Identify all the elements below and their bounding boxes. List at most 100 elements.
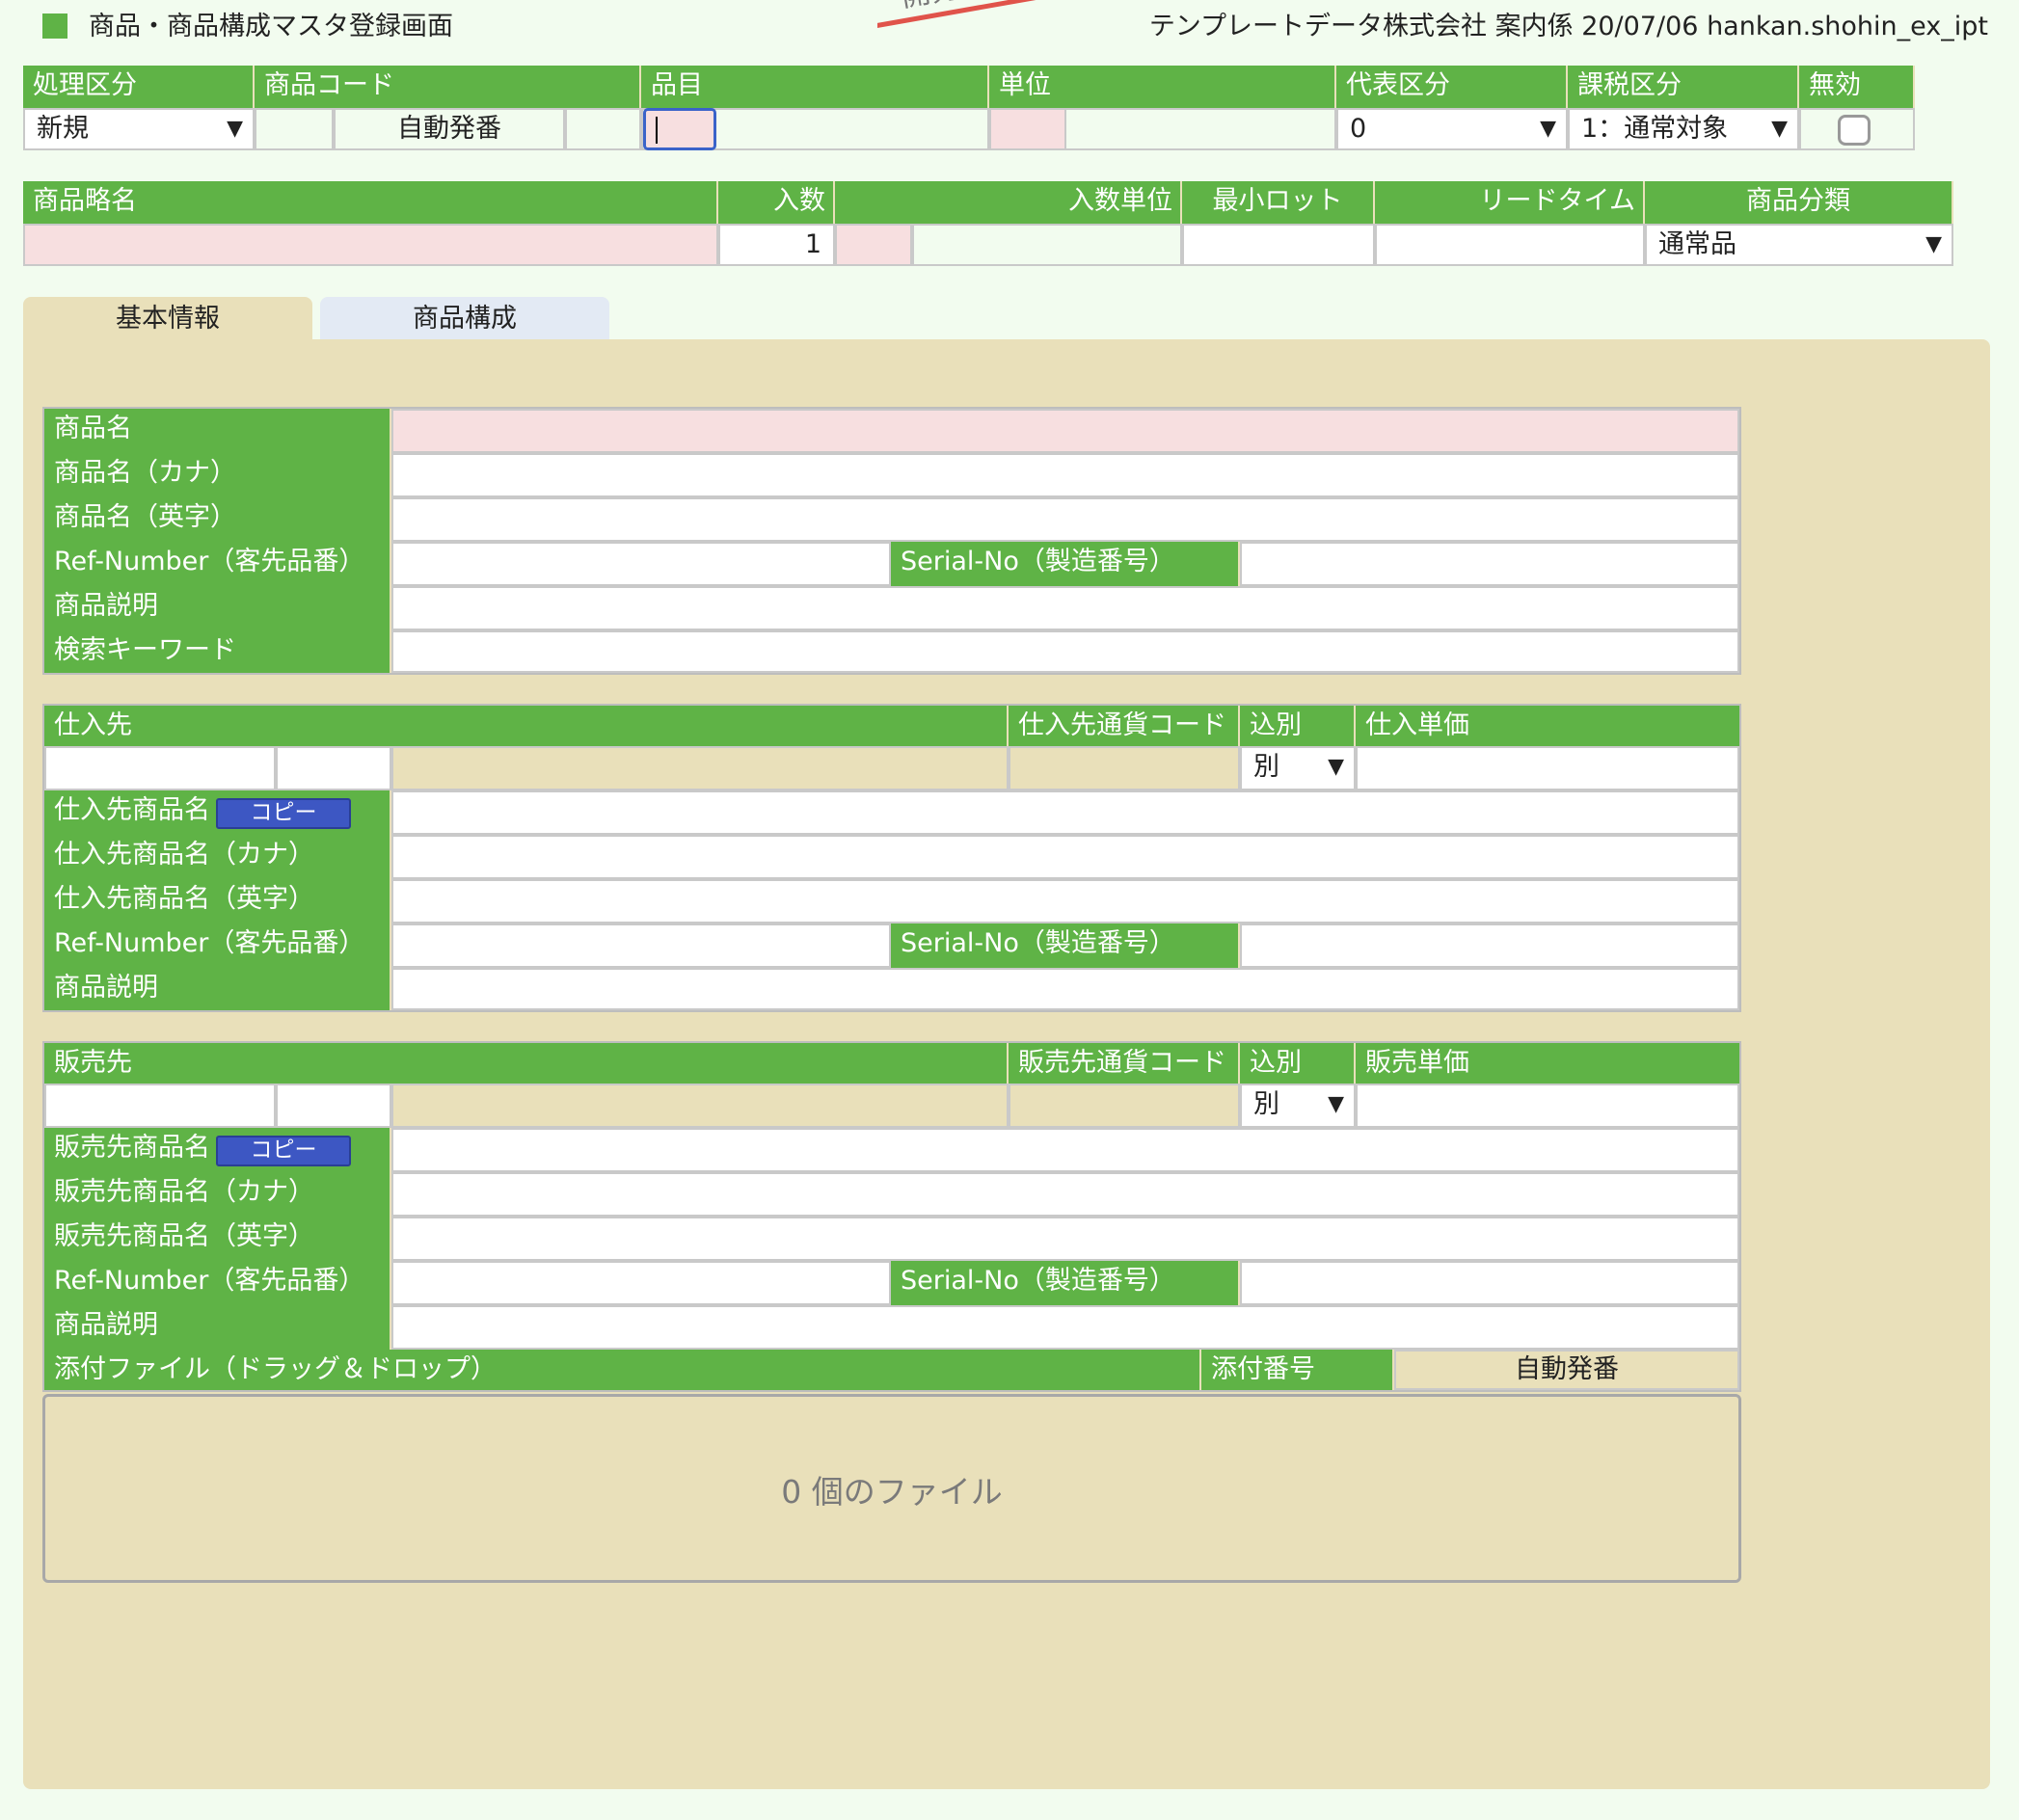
daihyo-select[interactable]: 0 ▼ xyxy=(1336,108,1568,150)
dropdown-arrow-icon: ▼ xyxy=(1328,755,1344,779)
supplier-price-input[interactable] xyxy=(1356,746,1739,790)
tani-input[interactable] xyxy=(989,108,1066,150)
customer-name-kana-input[interactable] xyxy=(391,1172,1739,1217)
shohin-code-suffix xyxy=(565,108,641,150)
label-customer-description: 商品説明 xyxy=(44,1305,391,1350)
supplier-tax-value: 別 xyxy=(1253,752,1279,782)
supplier-branch-input[interactable] xyxy=(276,746,391,790)
label-tani: 単位 xyxy=(989,66,1336,108)
label-ref-number: Ref-Number（客先品番） xyxy=(44,542,391,586)
header-info: テンプレートデータ株式会社 案内係 20/07/06 hankan.shohin… xyxy=(1149,10,1988,44)
label-hinmoku: 品目 xyxy=(641,66,989,108)
label-name-kana: 商品名（カナ） xyxy=(44,453,391,497)
hinmoku-input[interactable] xyxy=(643,108,716,150)
label-bunrui: 商品分類 xyxy=(1645,181,1953,224)
label-shohin-code: 商品コード xyxy=(255,66,641,108)
label-customer-ref-number: Ref-Number（客先品番） xyxy=(44,1261,391,1305)
supplier-description-input[interactable] xyxy=(391,968,1739,1010)
irisu-input[interactable]: 1 xyxy=(718,224,835,266)
keyword-input[interactable] xyxy=(391,630,1739,673)
customer-code-input[interactable] xyxy=(44,1084,276,1128)
label-customer-serial-no: Serial-No（製造番号） xyxy=(891,1261,1240,1305)
kazei-value: 1：通常対象 xyxy=(1581,114,1729,144)
text-cursor xyxy=(656,117,658,144)
bunrui-value: 通常品 xyxy=(1658,229,1736,259)
dropdown-arrow-icon: ▼ xyxy=(1328,1092,1344,1116)
dropdown-arrow-icon: ▼ xyxy=(1771,117,1788,141)
description-input[interactable] xyxy=(391,586,1739,630)
customer-tax-select[interactable]: 別 ▼ xyxy=(1240,1084,1356,1128)
tab-basic[interactable]: 基本情報 xyxy=(23,297,312,341)
attachment-number-value: 自動発番 xyxy=(1394,1350,1739,1390)
label-customer-name-eng: 販売先商品名（英字） xyxy=(44,1217,391,1261)
customer-ref-number-input[interactable] xyxy=(391,1261,891,1305)
label-customer-currency: 販売先通貨コード xyxy=(1009,1043,1240,1084)
dropdown-arrow-icon: ▼ xyxy=(1925,232,1942,256)
label-customer: 販売先 xyxy=(44,1043,1009,1084)
dropdown-arrow-icon: ▼ xyxy=(227,117,243,141)
page-title: 商品・商品構成マスタ登録画面 xyxy=(89,12,453,41)
tab-composition[interactable]: 商品構成 xyxy=(320,297,609,341)
label-supplier-price: 仕入単価 xyxy=(1356,706,1739,746)
shori-select[interactable]: 新規 ▼ xyxy=(23,108,255,150)
label-attachment-number: 添付番号 xyxy=(1201,1350,1394,1390)
label-name-eng: 商品名（英字） xyxy=(44,497,391,542)
customer-name-eng-input[interactable] xyxy=(391,1217,1739,1261)
muko-checkbox[interactable] xyxy=(1838,115,1871,146)
min-lot-input[interactable] xyxy=(1182,224,1375,266)
shori-value: 新規 xyxy=(37,114,89,144)
ref-number-input[interactable] xyxy=(391,542,891,586)
customer-description-input[interactable] xyxy=(391,1305,1739,1350)
program-id: hankan.shohin_ex_ipt xyxy=(1707,12,1988,41)
label-daihyo: 代表区分 xyxy=(1336,66,1568,108)
label-ryakumei: 商品略名 xyxy=(23,181,718,224)
supplier-ref-number-input[interactable] xyxy=(391,923,891,968)
label-supplier: 仕入先 xyxy=(44,706,1009,746)
label-keyword: 検索キーワード xyxy=(44,630,391,673)
dropzone-text: 0 個のファイル xyxy=(781,1473,1003,1511)
label-description: 商品説明 xyxy=(44,586,391,630)
dropdown-arrow-icon: ▼ xyxy=(1540,117,1556,141)
shohin-code-prefix xyxy=(255,108,334,150)
supplier-name-display xyxy=(391,746,1009,790)
name-input[interactable] xyxy=(391,409,1739,453)
label-irisu-tani: 入数単位 xyxy=(835,181,1182,224)
ryakumei-input[interactable] xyxy=(23,224,718,266)
kazei-select[interactable]: 1：通常対象 ▼ xyxy=(1568,108,1799,150)
name-kana-input[interactable] xyxy=(391,453,1739,497)
label-shori: 処理区分 xyxy=(23,66,255,108)
serial-no-input[interactable] xyxy=(1240,542,1739,586)
customer-price-input[interactable] xyxy=(1356,1084,1739,1128)
customer-copy-button[interactable]: コピー xyxy=(216,1136,351,1166)
label-supplier-tax: 込別 xyxy=(1240,706,1356,746)
user-name: 案内係 xyxy=(1494,12,1574,41)
irisu-tani-code-input[interactable] xyxy=(835,224,912,266)
supplier-code-input[interactable] xyxy=(44,746,276,790)
company-name: テンプレートデータ株式会社 xyxy=(1148,12,1488,41)
app-icon xyxy=(42,13,67,39)
label-min-lot: 最小ロット xyxy=(1182,181,1375,224)
supplier-tax-select[interactable]: 別 ▼ xyxy=(1240,746,1356,790)
supplier-serial-no-input[interactable] xyxy=(1240,923,1739,968)
label-name: 商品名 xyxy=(44,409,391,453)
customer-tax-value: 別 xyxy=(1253,1089,1279,1119)
bunrui-select[interactable]: 通常品 ▼ xyxy=(1645,224,1953,266)
shohin-code-value: 自動発番 xyxy=(334,108,565,150)
supplier-copy-button[interactable]: コピー xyxy=(216,798,351,829)
lead-time-input[interactable] xyxy=(1375,224,1645,266)
customer-name-input[interactable] xyxy=(391,1128,1739,1172)
irisu-tani-name xyxy=(912,224,1182,266)
label-muko: 無効 xyxy=(1799,66,1915,108)
supplier-name-eng-input[interactable] xyxy=(391,879,1739,923)
supplier-name-kana-input[interactable] xyxy=(391,835,1739,879)
customer-currency-display xyxy=(1009,1084,1240,1128)
customer-branch-input[interactable] xyxy=(276,1084,391,1128)
label-kazei: 課税区分 xyxy=(1568,66,1799,108)
name-eng-input[interactable] xyxy=(391,497,1739,542)
supplier-name-label-text: 仕入先商品名 xyxy=(54,795,210,825)
customer-serial-no-input[interactable] xyxy=(1240,1261,1739,1305)
label-supplier-ref-number: Ref-Number（客先品番） xyxy=(44,923,391,968)
file-dropzone[interactable]: 0 個のファイル xyxy=(42,1394,1741,1583)
label-irisu: 入数 xyxy=(718,181,835,224)
supplier-name-input[interactable] xyxy=(391,790,1739,835)
